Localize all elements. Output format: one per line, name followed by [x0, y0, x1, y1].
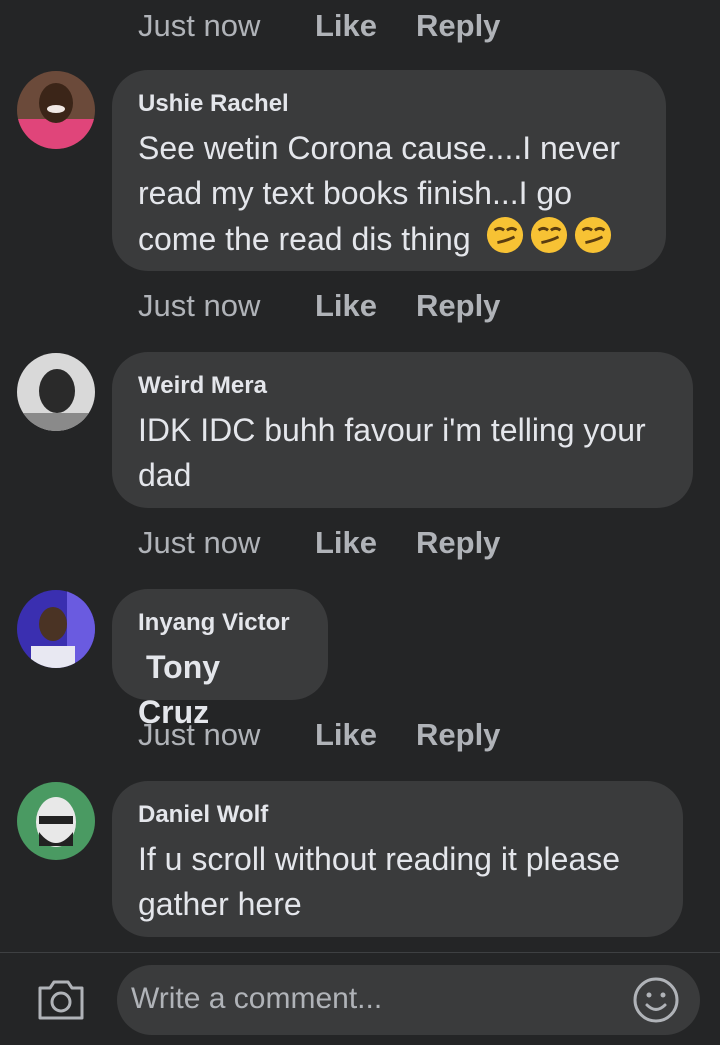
emoji-smile-icon[interactable]	[632, 976, 680, 1029]
like-button[interactable]: Like	[315, 525, 416, 561]
comment-meta-row: Just now Like Reply	[138, 525, 500, 561]
reply-button[interactable]: Reply	[416, 288, 500, 324]
smirk-emoji-icon	[486, 216, 523, 254]
like-button[interactable]: Like	[315, 8, 416, 44]
avatar[interactable]	[17, 590, 95, 668]
comment-line-text: come the read dis thing	[138, 221, 471, 257]
timestamp: Just now	[138, 8, 261, 43]
avatar[interactable]	[17, 782, 95, 860]
smirk-emoji-icon	[530, 216, 567, 254]
comment-meta-row: Just now Like Reply	[138, 288, 500, 324]
comment-composer: Write a comment...	[0, 953, 720, 1045]
comment-input-placeholder: Write a comment...	[131, 982, 383, 1015]
comment-author[interactable]: Inyang Victor	[138, 609, 300, 637]
comment-author[interactable]: Ushie Rachel	[138, 90, 638, 118]
comment-text: If u scroll without reading it please ga…	[138, 837, 655, 927]
comment-bubble: Ushie Rachel See wetin Corona cause....I…	[112, 70, 666, 271]
comment-meta-row: Just now Like Reply	[138, 8, 500, 44]
comment-line: read my text books finish...I go	[138, 175, 572, 211]
comment-bubble: Daniel Wolf If u scroll without reading …	[112, 781, 683, 937]
comment-text: See wetin Corona cause....I never read m…	[138, 126, 638, 262]
comment-line: IDK IDC buhh favour i'm telling your	[138, 412, 646, 448]
reply-button[interactable]: Reply	[416, 8, 500, 44]
reply-button[interactable]: Reply	[416, 717, 500, 753]
avatar[interactable]	[17, 353, 95, 431]
comment-meta-row: Just now Like Reply	[138, 717, 500, 753]
comment-line: come the read dis thing	[138, 216, 638, 262]
comment-input[interactable]: Write a comment...	[117, 965, 700, 1035]
comment-bubble: Weird Mera IDK IDC buhh favour i'm telli…	[112, 352, 693, 508]
timestamp: Just now	[138, 717, 261, 752]
comment-author[interactable]: Daniel Wolf	[138, 801, 655, 829]
timestamp: Just now	[138, 288, 261, 323]
comment-author[interactable]: Weird Mera	[138, 372, 665, 400]
comment-line: dad	[138, 457, 192, 493]
like-button[interactable]: Like	[315, 288, 416, 324]
timestamp: Just now	[138, 525, 261, 560]
smirk-emoji-icon	[574, 216, 611, 254]
comment-line: See wetin Corona cause....I never	[138, 130, 621, 166]
like-button[interactable]: Like	[315, 717, 416, 753]
avatar[interactable]	[17, 71, 95, 149]
comment-text: IDK IDC buhh favour i'm telling your dad	[138, 408, 665, 498]
camera-icon[interactable]	[36, 978, 86, 1027]
comment-bubble: Inyang Victor Tony Cruz	[112, 589, 328, 730]
comment-line: If u scroll without reading it please	[138, 841, 621, 877]
comment-line: gather here	[138, 886, 302, 922]
reply-button[interactable]: Reply	[416, 525, 500, 561]
